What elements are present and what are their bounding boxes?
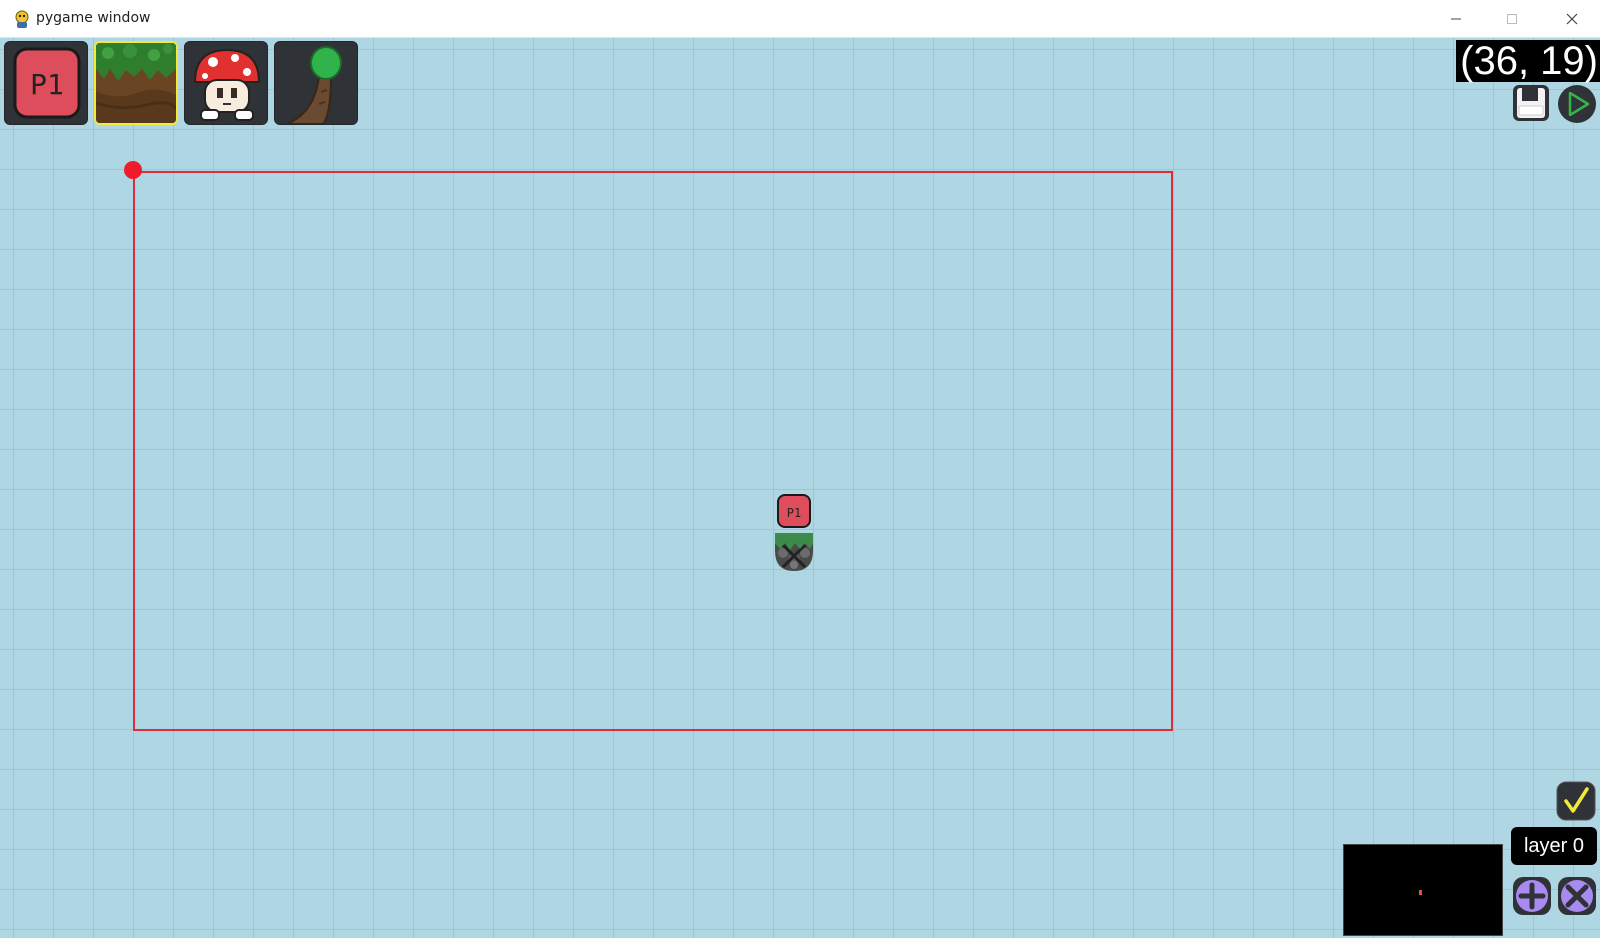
maximize-icon xyxy=(1507,14,1517,24)
cursor-coordinate-readout: (36, 19) xyxy=(1456,40,1600,82)
layer-indicator: layer 0 xyxy=(1511,827,1597,865)
minimap[interactable] xyxy=(1343,844,1503,936)
play-button[interactable] xyxy=(1556,83,1598,125)
toolbar-slot-grass-dirt[interactable] xyxy=(94,41,178,125)
add-layer-button[interactable] xyxy=(1512,876,1552,916)
window-title: pygame window xyxy=(36,10,151,26)
level-origin-handle[interactable] xyxy=(124,161,142,179)
close-button[interactable] xyxy=(1549,0,1595,38)
window-titlebar: pygame window xyxy=(0,0,1600,38)
floppy-disk-icon xyxy=(1517,88,1545,118)
tree-icon xyxy=(286,46,342,124)
confirm-button[interactable] xyxy=(1556,781,1596,821)
player-marker-label: P1 xyxy=(30,68,64,101)
placed-player-spawn[interactable]: P1 xyxy=(776,493,812,529)
placed-player-label: P1 xyxy=(787,506,801,520)
mushroom-character-icon xyxy=(193,48,261,121)
maximize-button[interactable] xyxy=(1489,0,1535,38)
minimize-button[interactable] xyxy=(1433,0,1479,38)
player-marker-icon: P1 xyxy=(13,47,81,119)
minimap-player-marker xyxy=(1419,890,1422,895)
level-bounds-rectangle xyxy=(133,171,1173,731)
toolbar-slot-mushroom-enemy[interactable] xyxy=(184,41,268,125)
pygame-snake-icon xyxy=(15,10,29,28)
close-icon xyxy=(1566,13,1578,25)
grass-dirt-icon xyxy=(96,43,176,123)
toolbar-slot-player-spawn[interactable]: P1 xyxy=(4,41,88,125)
toolbar-slot-tree[interactable] xyxy=(274,41,358,125)
remove-layer-button[interactable] xyxy=(1557,876,1597,916)
minimize-icon xyxy=(1451,18,1461,20)
placed-grass-stone-block[interactable] xyxy=(773,531,815,573)
level-editor-canvas[interactable]: P1 P1 (36, 19) layer 0 xyxy=(0,38,1600,938)
save-button[interactable] xyxy=(1512,84,1550,122)
